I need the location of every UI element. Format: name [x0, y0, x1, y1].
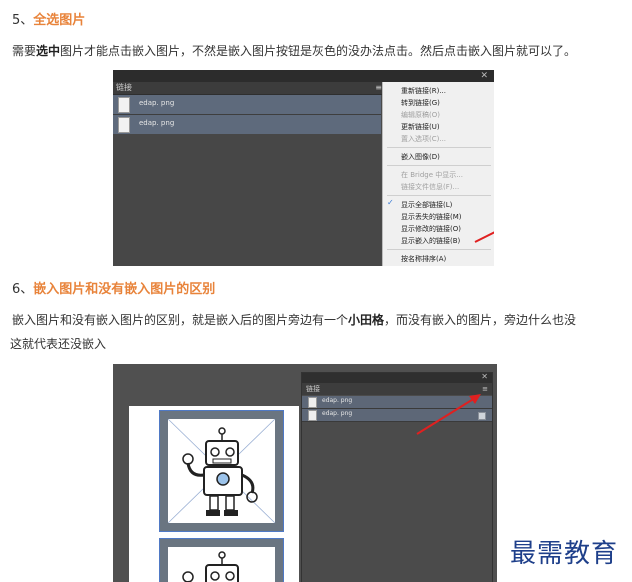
- link-row[interactable]: edap. png: [113, 115, 381, 135]
- close-icon[interactable]: ✕: [480, 71, 488, 81]
- section-number: 6、: [12, 282, 34, 297]
- para-text: ，而没有嵌入的图片，旁边什么也没: [384, 313, 577, 327]
- link-filename: edap. png: [322, 410, 353, 417]
- robot-image: [168, 547, 275, 582]
- section-6-paragraph-line2: 这就代表还没嵌入: [10, 337, 107, 351]
- menu-item-embed-image[interactable]: 嵌入图像(D): [401, 152, 440, 162]
- section-5-heading: 5、全选图片: [12, 9, 85, 28]
- para-bold: 选中: [36, 44, 61, 58]
- watermark-logo: 最需教育: [510, 539, 619, 569]
- menu-item-link-file-info[interactable]: 链接文件信息(F)...: [401, 182, 459, 192]
- menu-item-show-missing-links[interactable]: 显示丢失的链接(M): [401, 212, 462, 222]
- robot-image: [168, 419, 275, 523]
- menu-item-place-options[interactable]: 置入选项(C)...: [401, 134, 446, 144]
- menu-divider: [387, 147, 491, 148]
- menu-item-show-embedded-links[interactable]: 显示嵌入的链接(B): [401, 236, 460, 246]
- link-filename: edap. png: [139, 99, 175, 107]
- section-6-heading: 6、嵌入图片和没有嵌入图片的区别: [12, 278, 215, 297]
- para-text: 需要: [12, 44, 37, 58]
- panel-titlebar: ✕: [302, 372, 492, 383]
- menu-divider: [387, 165, 491, 166]
- para-text: 嵌入图片和没有嵌入图片的区别，就是嵌入后的图片旁边有一个: [12, 313, 349, 327]
- links-panel-screenshot-2: ✕ 链接 ≡ edap. png edap. png: [113, 364, 497, 582]
- section-number: 5、: [12, 13, 34, 28]
- link-row[interactable]: edap. png: [113, 95, 381, 115]
- link-filename: edap. png: [139, 119, 175, 127]
- menu-item-show-all-links[interactable]: 显示全部链接(L): [401, 200, 452, 210]
- links-panel-screenshot-1: ✕ 链接 ≡ edap. png edap. png 重新链接(R)... 转到…: [113, 70, 494, 266]
- para-bold: 小田格: [348, 313, 385, 327]
- section-title: 嵌入图片和没有嵌入图片的区别: [33, 282, 216, 297]
- section-5-paragraph: 需要选中图片才能点击嵌入图片，不然是嵌入图片按钮是灰色的没办法点击。然后点击嵌入…: [12, 42, 576, 59]
- panel-menu-icon[interactable]: ≡: [482, 383, 488, 395]
- menu-item-sort-by-name[interactable]: 按名称排序(A): [401, 254, 446, 264]
- placed-image-frame[interactable]: [159, 538, 284, 582]
- panel-titlebar: ✕: [113, 70, 494, 82]
- close-icon[interactable]: ✕: [481, 372, 488, 381]
- red-arrow-icon: [474, 231, 494, 243]
- image-thumbnail: [308, 397, 317, 408]
- menu-divider: [387, 249, 491, 250]
- panel-empty-area: [113, 134, 381, 266]
- para-text: 图片才能点击嵌入图片，不然是嵌入图片按钮是灰色的没办法点击。然后点击嵌入图片就可…: [60, 44, 577, 58]
- panel-menu-icon[interactable]: ≡: [375, 82, 382, 94]
- tab-links[interactable]: 链接: [306, 383, 320, 395]
- artboard: [129, 406, 299, 582]
- image-thumbnail: [118, 117, 130, 133]
- tab-links[interactable]: 链接: [116, 82, 132, 94]
- red-arrow-icon: [416, 394, 481, 435]
- menu-item-show-modified-links[interactable]: 显示修改的链接(O): [401, 224, 461, 234]
- menu-item-show-in-bridge[interactable]: 在 Bridge 中显示...: [401, 170, 463, 180]
- link-filename: edap. png: [322, 397, 353, 404]
- robot-illustration-icon: [182, 551, 239, 582]
- image-thumbnail: [308, 410, 317, 421]
- menu-item-update-link[interactable]: 更新链接(U): [401, 122, 440, 132]
- robot-illustration-icon: [168, 419, 275, 523]
- menu-item-goto-link[interactable]: 转到链接(G): [401, 98, 440, 108]
- section-6-paragraph-line1: 嵌入图片和没有嵌入图片的区别，就是嵌入后的图片旁边有一个小田格，而没有嵌入的图片…: [12, 311, 576, 328]
- menu-divider: [387, 195, 491, 196]
- image-thumbnail: [118, 97, 130, 113]
- placed-image-frame[interactable]: [159, 410, 284, 532]
- menu-item-relink[interactable]: 重新链接(R)...: [401, 86, 446, 96]
- section-title: 全选图片: [33, 13, 86, 28]
- menu-item-edit-original[interactable]: 编辑原稿(O): [401, 110, 440, 120]
- checkmark-icon: ✓: [387, 198, 394, 207]
